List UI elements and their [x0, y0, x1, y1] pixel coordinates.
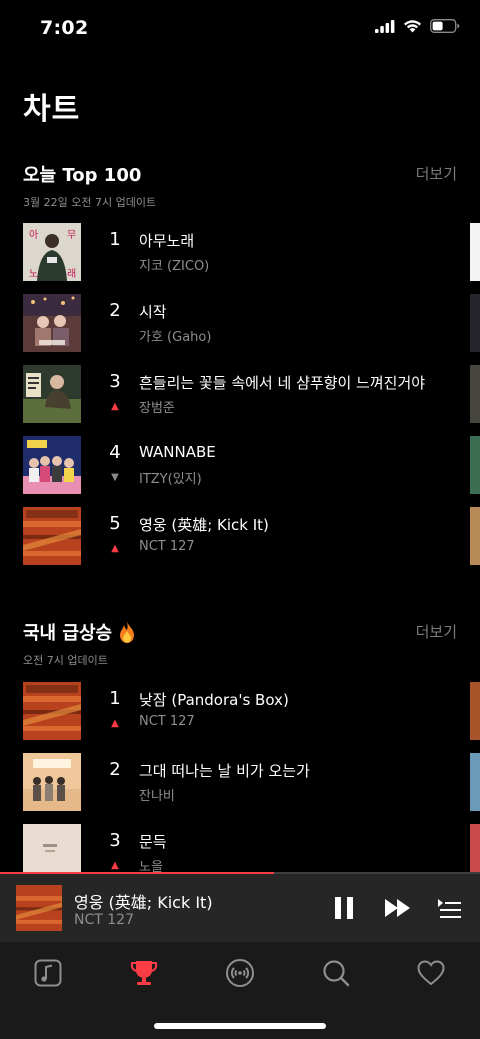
trend-up-icon: ▲ — [111, 543, 119, 554]
trophy-icon — [130, 961, 158, 985]
next-page-peek[interactable] — [470, 753, 480, 811]
chart-rank: 3 — [109, 371, 121, 392]
page-title: 차트 — [23, 92, 81, 127]
album-art — [23, 682, 81, 740]
chart-rank: 2 — [109, 300, 121, 321]
fire-icon — [120, 621, 135, 643]
next-page-peek[interactable] — [470, 294, 480, 352]
fast-forward-icon — [385, 899, 410, 917]
chart-row[interactable]: 2 그대 떠나는 날 비가 오는가 잔나비 — [23, 753, 463, 813]
song-artist: ITZY(있지) — [139, 472, 202, 487]
now-playing-artist: NCT 127 — [74, 912, 134, 928]
tab-favorites[interactable] — [411, 956, 451, 990]
next-page-peek[interactable] — [470, 223, 480, 281]
status-bar: 7:02 — [0, 0, 480, 56]
top100-more-button[interactable]: 더보기 — [416, 163, 457, 184]
cellular-signal-icon — [375, 19, 395, 33]
chart-rank: 2 — [109, 759, 121, 780]
queue-button[interactable] — [434, 896, 464, 922]
heart-icon — [417, 960, 445, 986]
album-art — [23, 365, 81, 423]
song-artist: 지코 (ZICO) — [139, 259, 210, 274]
pause-icon — [335, 897, 353, 919]
chart-row[interactable]: 3 ▲ 흔들리는 꽃들 속에서 네 샴푸향이 느껴진거야 장범준 — [23, 365, 463, 425]
playback-progress — [0, 872, 480, 874]
chart-row[interactable]: 5 ▲ 영웅 (英雄; Kick It) NCT 127 — [23, 507, 463, 567]
trend-up-icon: ▲ — [111, 401, 119, 412]
playback-progress-fill — [0, 872, 274, 874]
rising-title: 국내 급상승 — [23, 619, 457, 645]
home-indicator — [154, 1023, 326, 1029]
chart-rank: 1 — [109, 229, 121, 250]
chart-rank: 3 — [109, 830, 121, 851]
song-title: 시작 — [139, 303, 167, 321]
now-playing-art — [16, 885, 62, 931]
next-page-peek[interactable] — [470, 507, 480, 565]
playlist-queue-icon — [438, 899, 461, 918]
radio-icon — [226, 959, 254, 987]
top100-title-text: 오늘 Top 100 — [23, 165, 142, 186]
trend-up-icon: ▲ — [111, 860, 119, 871]
rising-title-text: 국내 급상승 — [23, 623, 113, 644]
song-artist: 가호 (Gaho) — [139, 330, 212, 345]
music-note-icon — [34, 959, 62, 987]
svg-text:래: 래 — [67, 268, 76, 280]
song-title: 낮잠 (Pandora's Box) — [139, 691, 289, 709]
chart-rank: 5 — [109, 513, 121, 534]
next-page-peek[interactable] — [470, 365, 480, 423]
song-artist: 잔나비 — [139, 789, 175, 804]
album-art — [23, 436, 81, 494]
album-art: 아 무 노 래 — [23, 223, 81, 281]
song-title: 그대 떠나는 날 비가 오는가 — [139, 762, 310, 780]
search-icon — [323, 960, 350, 987]
mini-player[interactable]: 영웅 (英雄; Kick It) NCT 127 — [0, 872, 480, 942]
song-artist: NCT 127 — [139, 714, 195, 729]
album-art — [23, 753, 81, 811]
next-track-button[interactable] — [382, 894, 414, 922]
song-title: WANNABE — [139, 443, 216, 461]
tab-charts[interactable] — [124, 956, 164, 990]
chart-row[interactable]: 2 시작 가호 (Gaho) — [23, 294, 463, 354]
chart-row[interactable]: 아 무 노 래 1 아무노래 지코 (ZICO) — [23, 223, 463, 283]
svg-text:노: 노 — [29, 268, 38, 280]
rising-more-button[interactable]: 더보기 — [416, 621, 457, 642]
rising-updated: 오전 7시 업데이트 — [23, 654, 108, 667]
song-title: 아무노래 — [139, 232, 195, 250]
song-artist: NCT 127 — [139, 539, 195, 554]
status-icons — [375, 19, 460, 33]
battery-icon — [430, 19, 460, 33]
now-playing-title: 영웅 (英雄; Kick It) — [74, 893, 213, 912]
song-title: 흔들리는 꽃들 속에서 네 샴푸향이 느껴진거야 — [139, 374, 426, 392]
chart-row[interactable]: 1 ▲ 낮잠 (Pandora's Box) NCT 127 — [23, 682, 463, 742]
chart-row[interactable]: 4 ▼ WANNABE ITZY(있지) — [23, 436, 463, 496]
svg-text:아: 아 — [29, 229, 38, 241]
album-art — [23, 507, 81, 565]
rising-header: 국내 급상승 오전 7시 업데이트 더보기 — [23, 619, 457, 668]
chart-rank: 4 — [109, 442, 121, 463]
wifi-icon — [404, 20, 421, 33]
album-art — [23, 294, 81, 352]
song-title: 문득 — [139, 833, 167, 851]
tab-radio[interactable] — [220, 956, 260, 990]
top100-title: 오늘 Top 100 — [23, 161, 457, 187]
tab-library[interactable] — [28, 956, 68, 990]
next-page-peek[interactable] — [470, 682, 480, 740]
next-page-peek[interactable] — [470, 436, 480, 494]
trend-down-icon: ▼ — [111, 472, 119, 483]
top100-updated: 3월 22일 오전 7시 업데이트 — [23, 196, 157, 209]
chart-rank: 1 — [109, 688, 121, 709]
tab-search[interactable] — [316, 956, 356, 990]
song-artist: 장범준 — [139, 401, 175, 416]
top100-header: 오늘 Top 100 3월 22일 오전 7시 업데이트 더보기 — [23, 161, 457, 210]
pause-button[interactable] — [329, 894, 359, 922]
status-time: 7:02 — [40, 17, 89, 39]
song-title: 영웅 (英雄; Kick It) — [139, 516, 269, 534]
trend-up-icon: ▲ — [111, 718, 119, 729]
svg-text:무: 무 — [67, 230, 76, 241]
